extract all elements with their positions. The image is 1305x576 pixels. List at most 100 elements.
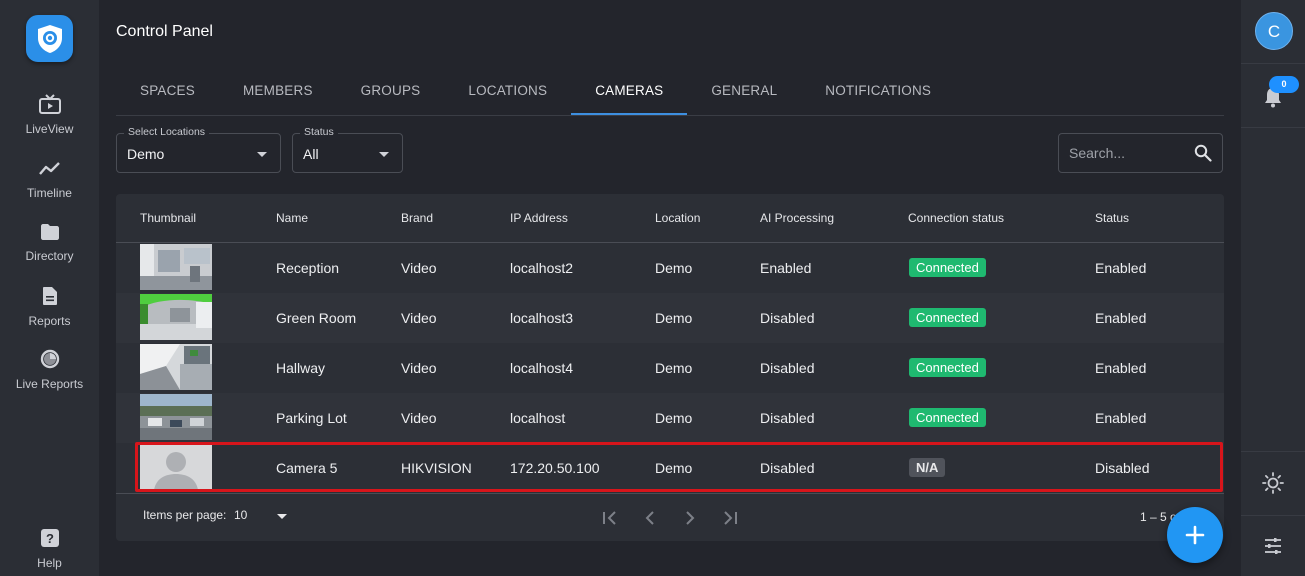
shield-icon xyxy=(37,24,62,53)
camera-location: Demo xyxy=(655,360,693,376)
camera-ip: localhost2 xyxy=(510,260,574,276)
user-avatar[interactable]: C xyxy=(1255,12,1293,50)
folder-icon xyxy=(40,224,59,240)
tab-spaces[interactable]: SPACES xyxy=(116,68,219,115)
sidebar-item-reports[interactable]: Reports xyxy=(0,286,99,330)
camera-brand: Video xyxy=(401,310,437,326)
chevron-down-icon xyxy=(379,152,389,157)
camera-location: Demo xyxy=(655,410,693,426)
column-header: Connection status xyxy=(908,211,1005,225)
connection-status-badge: Connected xyxy=(909,358,986,377)
tab-general[interactable]: GENERAL xyxy=(687,68,801,115)
camera-status: Enabled xyxy=(1095,410,1147,426)
pie-chart-icon xyxy=(40,349,59,369)
sidebar-item-label: Timeline xyxy=(27,186,72,200)
last-page-icon[interactable] xyxy=(720,508,740,528)
tv-icon xyxy=(38,94,61,114)
table-row[interactable]: Parking Lot Video localhost Demo Disable… xyxy=(116,393,1224,443)
camera-status: Enabled xyxy=(1095,310,1147,326)
camera-name: Reception xyxy=(276,260,340,276)
camera-ip: localhost4 xyxy=(510,360,574,376)
app-logo[interactable] xyxy=(26,15,73,62)
camera-thumbnail xyxy=(140,294,212,340)
chevron-down-icon[interactable] xyxy=(277,514,287,519)
tab-bar: SPACES MEMBERS GROUPS LOCATIONS CAMERAS … xyxy=(116,68,1224,116)
camera-thumbnail xyxy=(140,344,212,390)
camera-brand: Video xyxy=(401,360,437,376)
search-icon[interactable] xyxy=(1194,144,1212,162)
camera-location: Demo xyxy=(655,310,693,326)
notification-count-badge: 0 xyxy=(1269,76,1299,93)
location-select-value: Demo xyxy=(127,146,165,162)
chevron-down-icon xyxy=(257,152,267,157)
items-per-page-select[interactable]: 10 xyxy=(234,508,247,522)
divider xyxy=(1241,127,1305,128)
divider xyxy=(1241,63,1305,64)
column-header: Status xyxy=(1095,211,1130,225)
sun-icon[interactable] xyxy=(1262,472,1284,494)
camera-ai-processing: Enabled xyxy=(760,260,812,276)
document-icon xyxy=(42,287,57,305)
connection-status-badge: Connected xyxy=(909,258,986,277)
column-header: Thumbnail xyxy=(140,211,197,225)
sidebar-item-label: Reports xyxy=(28,314,71,328)
status-select[interactable]: Status All xyxy=(292,126,403,173)
table-row[interactable]: Green Room Video localhost3 Demo Disable… xyxy=(116,293,1224,343)
table-row[interactable]: Hallway Video localhost4 Demo Disabled C… xyxy=(116,343,1224,393)
camera-name: Parking Lot xyxy=(276,410,347,426)
sidebar-item-liveview[interactable]: LiveView xyxy=(0,94,99,138)
camera-thumbnail xyxy=(140,394,212,440)
column-header: IP Address xyxy=(510,211,568,225)
column-header: Brand xyxy=(401,211,434,225)
search-box xyxy=(1058,133,1223,173)
search-input[interactable] xyxy=(1059,134,1189,172)
table-row[interactable]: Reception Video localhost2 Demo Enabled … xyxy=(116,243,1224,293)
table-header: Thumbnail Name Brand IP Address Location… xyxy=(116,194,1224,243)
camera-name: Green Room xyxy=(276,310,357,326)
page-title: Control Panel xyxy=(116,23,213,40)
tab-notifications[interactable]: NOTIFICATIONS xyxy=(801,68,955,115)
sidebar-item-timeline[interactable]: Timeline xyxy=(0,160,99,202)
status-select-label: Status xyxy=(300,126,338,138)
camera-brand: Video xyxy=(401,410,437,426)
camera-ai-processing: Disabled xyxy=(760,360,815,376)
timeline-icon xyxy=(38,162,60,175)
camera-location: Demo xyxy=(655,260,693,276)
first-page-icon[interactable] xyxy=(600,508,620,528)
previous-page-icon[interactable] xyxy=(640,508,660,528)
selected-row-highlight xyxy=(135,442,1223,492)
sidebar-item-help[interactable]: ? Help xyxy=(0,528,99,572)
camera-ip: localhost xyxy=(510,410,566,426)
tab-groups[interactable]: GROUPS xyxy=(337,68,445,115)
status-select-value: All xyxy=(303,146,319,162)
right-rail: C 0 xyxy=(1241,0,1305,576)
column-header: AI Processing xyxy=(760,211,835,225)
sidebar-item-label: Directory xyxy=(25,249,74,263)
left-sidebar: LiveView Timeline Directory Reports Live… xyxy=(0,0,99,576)
camera-thumbnail xyxy=(140,244,212,290)
divider xyxy=(1241,515,1305,516)
help-icon: ? xyxy=(40,529,59,547)
tab-cameras[interactable]: CAMERAS xyxy=(571,68,688,115)
sidebar-item-live-reports[interactable]: Live Reports xyxy=(0,349,99,393)
camera-status: Enabled xyxy=(1095,260,1147,276)
divider xyxy=(1241,451,1305,452)
items-per-page-label: Items per page: xyxy=(143,508,227,522)
tab-members[interactable]: MEMBERS xyxy=(219,68,337,115)
sliders-icon[interactable] xyxy=(1263,536,1283,556)
camera-name: Hallway xyxy=(276,360,326,376)
sidebar-item-label: Help xyxy=(37,556,62,570)
sidebar-item-label: LiveView xyxy=(25,122,74,136)
camera-ai-processing: Disabled xyxy=(760,410,815,426)
plus-icon xyxy=(1185,525,1205,545)
sidebar-item-directory[interactable]: Directory xyxy=(0,223,99,265)
camera-status: Enabled xyxy=(1095,360,1147,376)
camera-ip: localhost3 xyxy=(510,310,574,326)
location-select[interactable]: Select Locations Demo xyxy=(116,126,281,173)
add-camera-button[interactable] xyxy=(1167,507,1223,563)
sidebar-item-label: Live Reports xyxy=(15,377,84,391)
table-pagination: Items per page: 10 1 – 5 o xyxy=(116,493,1224,541)
column-header: Location xyxy=(655,211,701,225)
tab-locations[interactable]: LOCATIONS xyxy=(444,68,571,115)
next-page-icon[interactable] xyxy=(680,508,700,528)
